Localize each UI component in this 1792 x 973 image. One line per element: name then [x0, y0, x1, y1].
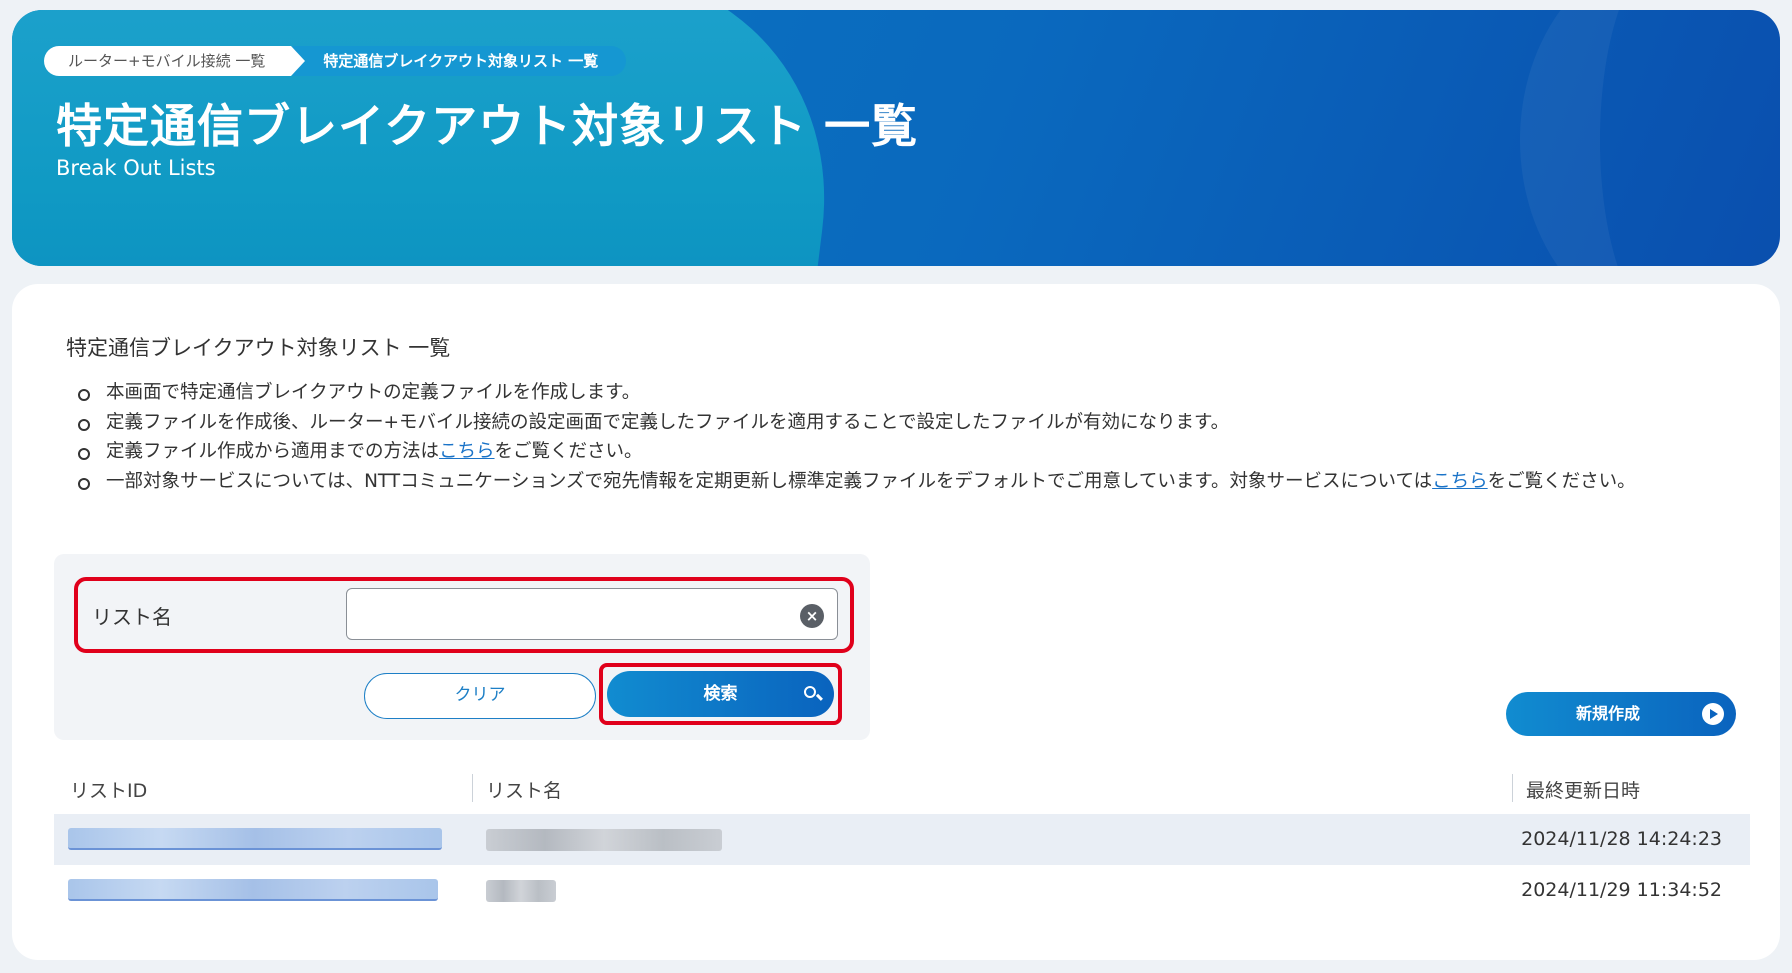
description-list: 本画面で特定通信ブレイクアウトの定義ファイルを作成します。 定義ファイルを作成後…	[78, 378, 1758, 496]
column-header-id[interactable]: リストID	[70, 776, 147, 803]
updated-datetime: 2024/11/28 14:24:23	[1521, 828, 1722, 850]
table-header: リストID リスト名 最終更新日時	[54, 762, 1750, 814]
header-arc-decoration	[1520, 10, 1780, 266]
search-button-label: 検索	[703, 684, 738, 704]
column-divider	[472, 774, 473, 802]
page-header: ルーター+モバイル接続 一覧 特定通信ブレイクアウト対象リスト 一覧 特定通信ブ…	[12, 10, 1780, 266]
breadcrumb-current: 特定通信ブレイクアウト対象リスト 一覧	[293, 46, 627, 76]
new-create-button[interactable]: 新規作成	[1506, 692, 1736, 736]
list-name-redacted	[486, 829, 722, 851]
page-title: 特定通信ブレイクアウト対象リスト 一覧	[56, 99, 919, 153]
clear-icon[interactable]: ×	[800, 604, 824, 628]
description-item: 本画面で特定通信ブレイクアウトの定義ファイルを作成します。	[78, 378, 1758, 408]
section-title: 特定通信ブレイクアウト対象リスト 一覧	[66, 336, 451, 360]
description-item: 一部対象サービスについては、NTTコミュニケーションズで宛先情報を定期更新し標準…	[78, 467, 1758, 497]
search-button[interactable]: 検索	[607, 671, 834, 717]
updated-datetime: 2024/11/29 11:34:52	[1521, 879, 1722, 901]
breadcrumb: ルーター+モバイル接続 一覧 特定通信ブレイクアウト対象リスト 一覧	[44, 45, 627, 77]
clear-button[interactable]: クリア	[364, 673, 596, 719]
table-row[interactable]: 2024/11/28 14:24:23	[54, 814, 1750, 865]
content-card: 特定通信ブレイクアウト対象リスト 一覧 本画面で特定通信ブレイクアウトの定義ファ…	[12, 284, 1780, 960]
list-name-redacted	[486, 880, 556, 902]
list-name-label: リスト名	[92, 605, 172, 629]
new-create-label: 新規作成	[1575, 704, 1640, 723]
description-item: 定義ファイルを作成後、ルーター+モバイル接続の設定画面で定義したファイルを適用す…	[78, 408, 1758, 438]
list-table: リストID リスト名 最終更新日時 2024/11/28 14:24:23 20…	[54, 762, 1750, 916]
service-list-link[interactable]: こちら	[1432, 471, 1488, 492]
description-item: 定義ファイル作成から適用までの方法はこちらをご覧ください。	[78, 437, 1758, 467]
search-icon	[804, 686, 816, 698]
column-divider	[1512, 774, 1513, 802]
page-subtitle: Break Out Lists	[56, 156, 216, 180]
search-panel: リスト名 × クリア 検索	[54, 554, 870, 740]
guide-link[interactable]: こちら	[439, 441, 495, 462]
column-header-updated[interactable]: 最終更新日時	[1526, 776, 1640, 803]
list-id-link-redacted[interactable]	[68, 828, 442, 850]
list-name-input[interactable]	[346, 588, 838, 640]
column-header-name[interactable]: リスト名	[486, 776, 562, 803]
breadcrumb-parent-link[interactable]: ルーター+モバイル接続 一覧	[44, 46, 306, 76]
table-row[interactable]: 2024/11/29 11:34:52	[54, 865, 1750, 916]
list-id-link-redacted[interactable]	[68, 879, 438, 901]
play-circle-icon	[1702, 703, 1724, 725]
